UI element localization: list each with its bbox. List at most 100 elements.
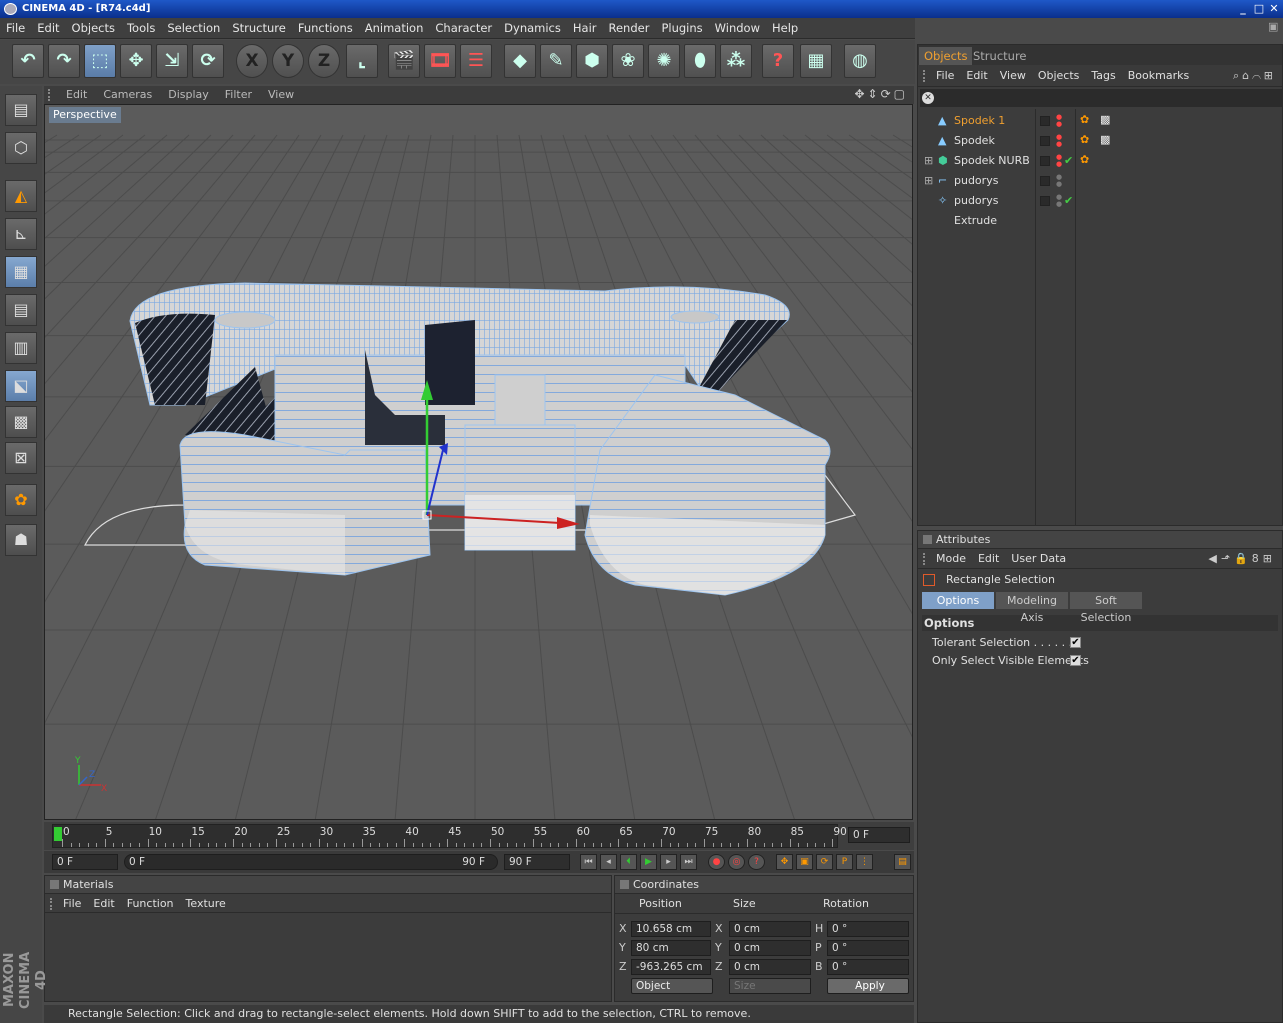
spline-pen-icon[interactable]: ✎: [540, 44, 572, 78]
render-picture-icon[interactable]: 🎞: [424, 44, 456, 78]
objects-menu-tags[interactable]: Tags: [1091, 69, 1115, 82]
editor-render-dots-icon[interactable]: ● ●: [1056, 154, 1062, 168]
objects-menu-objects[interactable]: Objects: [1038, 69, 1080, 82]
pos-input[interactable]: -963.265 cm: [631, 959, 711, 975]
size-input[interactable]: 0 cm: [729, 921, 811, 937]
goto-end-icon[interactable]: ⏭: [680, 854, 697, 870]
prev-frame-icon[interactable]: ⏴: [620, 854, 637, 870]
visibility-toggle[interactable]: [1040, 116, 1050, 126]
size-input[interactable]: 0 cm: [729, 959, 811, 975]
objects-menu-file[interactable]: File: [936, 69, 954, 82]
option-checkbox[interactable]: ✔: [1070, 655, 1081, 666]
size-mode-select[interactable]: Size: [729, 978, 811, 994]
visibility-toggle[interactable]: [1040, 196, 1050, 206]
rot-input[interactable]: 0 °: [827, 940, 909, 956]
menu-file[interactable]: File: [0, 18, 31, 39]
environment-icon[interactable]: ⬮: [684, 44, 716, 78]
layout-icon[interactable]: ▦: [800, 44, 832, 78]
animation-mode-icon[interactable]: ⬕: [5, 370, 37, 402]
editor-render-dots-icon[interactable]: ● ●: [1056, 134, 1062, 148]
autokey-icon[interactable]: ◎: [728, 854, 745, 870]
editor-render-dots-icon[interactable]: ● ●: [1056, 114, 1062, 128]
attributes-menu-user-data[interactable]: User Data: [1011, 552, 1066, 565]
tab-options[interactable]: Options: [922, 592, 994, 609]
tab-soft-selection[interactable]: Soft Selection: [1070, 592, 1142, 624]
enabled-check-icon[interactable]: ✔: [1064, 194, 1073, 207]
menu-dynamics[interactable]: Dynamics: [498, 18, 567, 39]
key-rotation-icon[interactable]: ⟳: [816, 854, 833, 870]
clear-search-icon[interactable]: ✕: [922, 92, 934, 104]
menu-selection[interactable]: Selection: [161, 18, 226, 39]
expand-icon[interactable]: ⊞: [924, 171, 933, 191]
key-param-icon[interactable]: P: [836, 854, 853, 870]
menu-functions[interactable]: Functions: [292, 18, 359, 39]
help-icon[interactable]: ?: [762, 44, 794, 78]
current-frame-field[interactable]: 0 F: [848, 827, 910, 843]
goto-start-icon[interactable]: ⏮: [580, 854, 597, 870]
rotate-icon[interactable]: ⟳: [192, 44, 224, 78]
texture-mode-icon[interactable]: ▤: [5, 294, 37, 326]
viewport-perspective[interactable]: Y X Z Perspective: [44, 104, 913, 820]
edges-mode-icon[interactable]: ⊾: [5, 218, 37, 250]
menu-character[interactable]: Character: [429, 18, 498, 39]
viewport-menu-cameras[interactable]: Cameras: [103, 88, 152, 101]
uv-points-icon[interactable]: ▩: [5, 406, 37, 438]
option-checkbox[interactable]: ✔: [1070, 637, 1081, 648]
menu-tools[interactable]: Tools: [121, 18, 161, 39]
prev-key-icon[interactable]: ◂: [600, 854, 617, 870]
menu-help[interactable]: Help: [766, 18, 804, 39]
expand-icon[interactable]: ⊞: [924, 151, 933, 171]
attributes-nav-icons[interactable]: ◀⬏🔒8⊞: [1208, 549, 1276, 569]
undo-icon[interactable]: ↶: [12, 44, 44, 78]
viewport-canvas[interactable]: Y X Z: [45, 105, 913, 820]
scale-icon[interactable]: ⇲: [156, 44, 188, 78]
object-row[interactable]: ⊞ ⌐ pudorys: [920, 171, 1035, 191]
menu-objects[interactable]: Objects: [66, 18, 121, 39]
menu-hair[interactable]: Hair: [567, 18, 603, 39]
range-slider[interactable]: 0 F 90 F: [124, 854, 498, 870]
menu-structure[interactable]: Structure: [226, 18, 292, 39]
keyframe-help-icon[interactable]: ?: [748, 854, 765, 870]
viewport-menu-edit[interactable]: Edit: [66, 88, 87, 101]
deformer-icon[interactable]: ✺: [648, 44, 680, 78]
menu-plugins[interactable]: Plugins: [655, 18, 708, 39]
array-icon[interactable]: ❀: [612, 44, 644, 78]
rot-input[interactable]: 0 °: [827, 921, 909, 937]
viewport-mode-icon[interactable]: ▤: [5, 94, 37, 126]
size-input[interactable]: 0 cm: [729, 940, 811, 956]
particles-icon[interactable]: ⁂: [720, 44, 752, 78]
viewport-label[interactable]: Perspective: [49, 107, 121, 123]
menu-animation[interactable]: Animation: [359, 18, 430, 39]
z-axis-lock-icon[interactable]: Z: [308, 44, 340, 78]
objects-menu-bookmarks[interactable]: Bookmarks: [1128, 69, 1189, 82]
material-tag-icon[interactable]: ✿: [1080, 133, 1089, 146]
object-search-bar[interactable]: ✕: [920, 89, 1282, 107]
coordinate-mode-select[interactable]: Object: [631, 978, 713, 994]
render-view-icon[interactable]: 🎬: [388, 44, 420, 78]
materials-menu-texture[interactable]: Texture: [186, 897, 226, 910]
record-icon[interactable]: ●: [708, 854, 725, 870]
paint-icon[interactable]: ✿: [5, 484, 37, 516]
y-axis-lock-icon[interactable]: Y: [272, 44, 304, 78]
web-icon[interactable]: ◍: [844, 44, 876, 78]
move-icon[interactable]: ✥: [120, 44, 152, 78]
rot-input[interactable]: 0 °: [827, 959, 909, 975]
objects-toolbar-icons[interactable]: ⌕⌂⌒⊞: [1233, 65, 1276, 87]
points-mode-icon[interactable]: ◭: [5, 180, 37, 212]
material-tag-icon[interactable]: ✿: [1080, 113, 1089, 126]
end-frame-field[interactable]: 90 F: [504, 854, 570, 870]
object-row[interactable]: ✧ pudorys Extrude: [920, 191, 1035, 227]
materials-menu-function[interactable]: Function: [127, 897, 174, 910]
rectangle-select-icon[interactable]: ⬚: [84, 44, 116, 78]
pos-input[interactable]: 80 cm: [631, 940, 711, 956]
apply-button[interactable]: Apply: [827, 978, 909, 994]
next-key-icon[interactable]: ▸: [660, 854, 677, 870]
object-row[interactable]: ▲ Spodek: [920, 131, 1035, 151]
material-tag-icon[interactable]: ✿: [1080, 153, 1089, 166]
key-pla-icon[interactable]: ⋮: [856, 854, 873, 870]
object-row[interactable]: ⊞ ⬢ Spodek NURB: [920, 151, 1035, 171]
maximize-icon[interactable]: □: [1252, 2, 1266, 16]
tab-objects[interactable]: Objects: [919, 47, 973, 65]
checker-tag-icon[interactable]: ▩: [1100, 113, 1110, 126]
cube-icon[interactable]: ◆: [504, 44, 536, 78]
